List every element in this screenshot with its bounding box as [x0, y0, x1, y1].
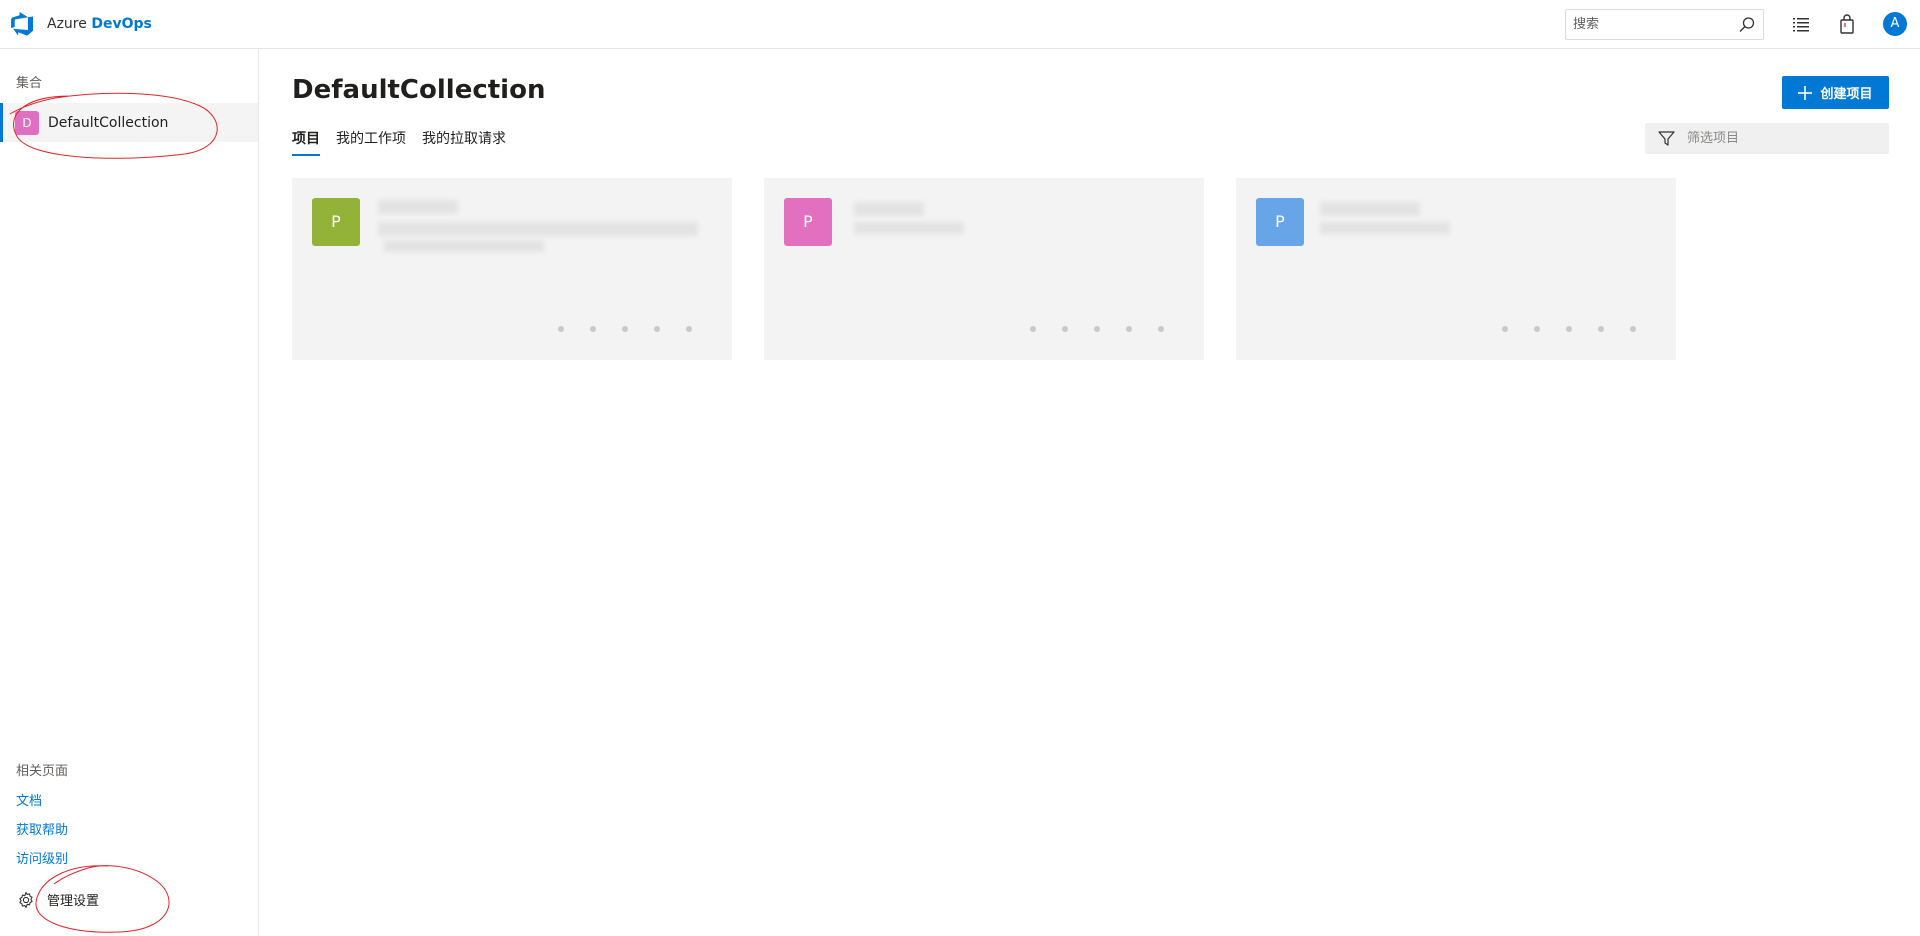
project-card-indicators [558, 326, 718, 332]
collection-avatar: D [15, 110, 39, 135]
collection-label: DefaultCollection [48, 114, 169, 131]
tab-projects[interactable]: 项目 [292, 128, 320, 156]
project-card[interactable]: P [1236, 178, 1676, 360]
access-levels-link[interactable]: 访问级别 [16, 848, 68, 867]
azure-devops-logo[interactable]: Azure DevOps [11, 12, 152, 36]
docs-link[interactable]: 文档 [16, 790, 42, 809]
related-pages-heading: 相关页面 [16, 764, 69, 779]
project-avatar: P [312, 198, 360, 246]
user-avatar[interactable]: A [1883, 12, 1907, 36]
redacted-project-name [854, 202, 924, 216]
project-card[interactable]: P [764, 178, 1204, 360]
brand-name: Azure DevOps [47, 16, 152, 32]
project-avatar: P [1256, 198, 1304, 246]
task-list-icon[interactable] [1790, 13, 1812, 35]
tab-bar: 项目 我的工作项 我的拉取请求 [292, 128, 522, 156]
redacted-project-description [1320, 222, 1450, 234]
filter-icon [1658, 131, 1675, 146]
admin-settings-label: 管理设置 [47, 894, 100, 909]
create-project-button[interactable]: 创建项目 [1782, 76, 1889, 109]
azure-devops-icon [11, 12, 33, 36]
get-help-link[interactable]: 获取帮助 [16, 819, 68, 838]
shopping-bag-icon[interactable] [1836, 13, 1858, 35]
redacted-project-description [854, 222, 964, 234]
admin-settings-button[interactable]: 管理设置 [17, 890, 99, 909]
project-card-indicators [1030, 326, 1190, 332]
redacted-project-name [378, 200, 458, 214]
redacted-project-description [384, 240, 544, 252]
search-input[interactable] [1566, 10, 1726, 39]
filter-input[interactable] [1685, 123, 1885, 154]
redacted-project-description [378, 222, 698, 236]
selection-indicator [0, 103, 3, 142]
top-bar: Azure DevOps A [0, 0, 1920, 49]
search-icon[interactable] [1738, 16, 1756, 34]
project-avatar: P [784, 198, 832, 246]
gear-icon [19, 891, 33, 908]
page-title: DefaultCollection [292, 75, 546, 105]
tab-my-pull-requests[interactable]: 我的拉取请求 [422, 128, 506, 156]
sidebar: 集合 D DefaultCollection 相关页面 文档 获取帮助 访问级别… [0, 49, 259, 936]
tab-my-work-items[interactable]: 我的工作项 [336, 128, 406, 156]
create-project-label: 创建项目 [1820, 87, 1873, 102]
search-box[interactable] [1565, 9, 1764, 40]
project-card-indicators [1502, 326, 1662, 332]
plus-icon [1798, 85, 1813, 100]
sidebar-item-defaultcollection[interactable]: D DefaultCollection [0, 103, 258, 142]
redacted-project-name [1320, 202, 1420, 216]
filter-box[interactable] [1645, 123, 1889, 154]
collections-heading: 集合 [16, 76, 43, 91]
project-card[interactable]: P [292, 178, 732, 360]
